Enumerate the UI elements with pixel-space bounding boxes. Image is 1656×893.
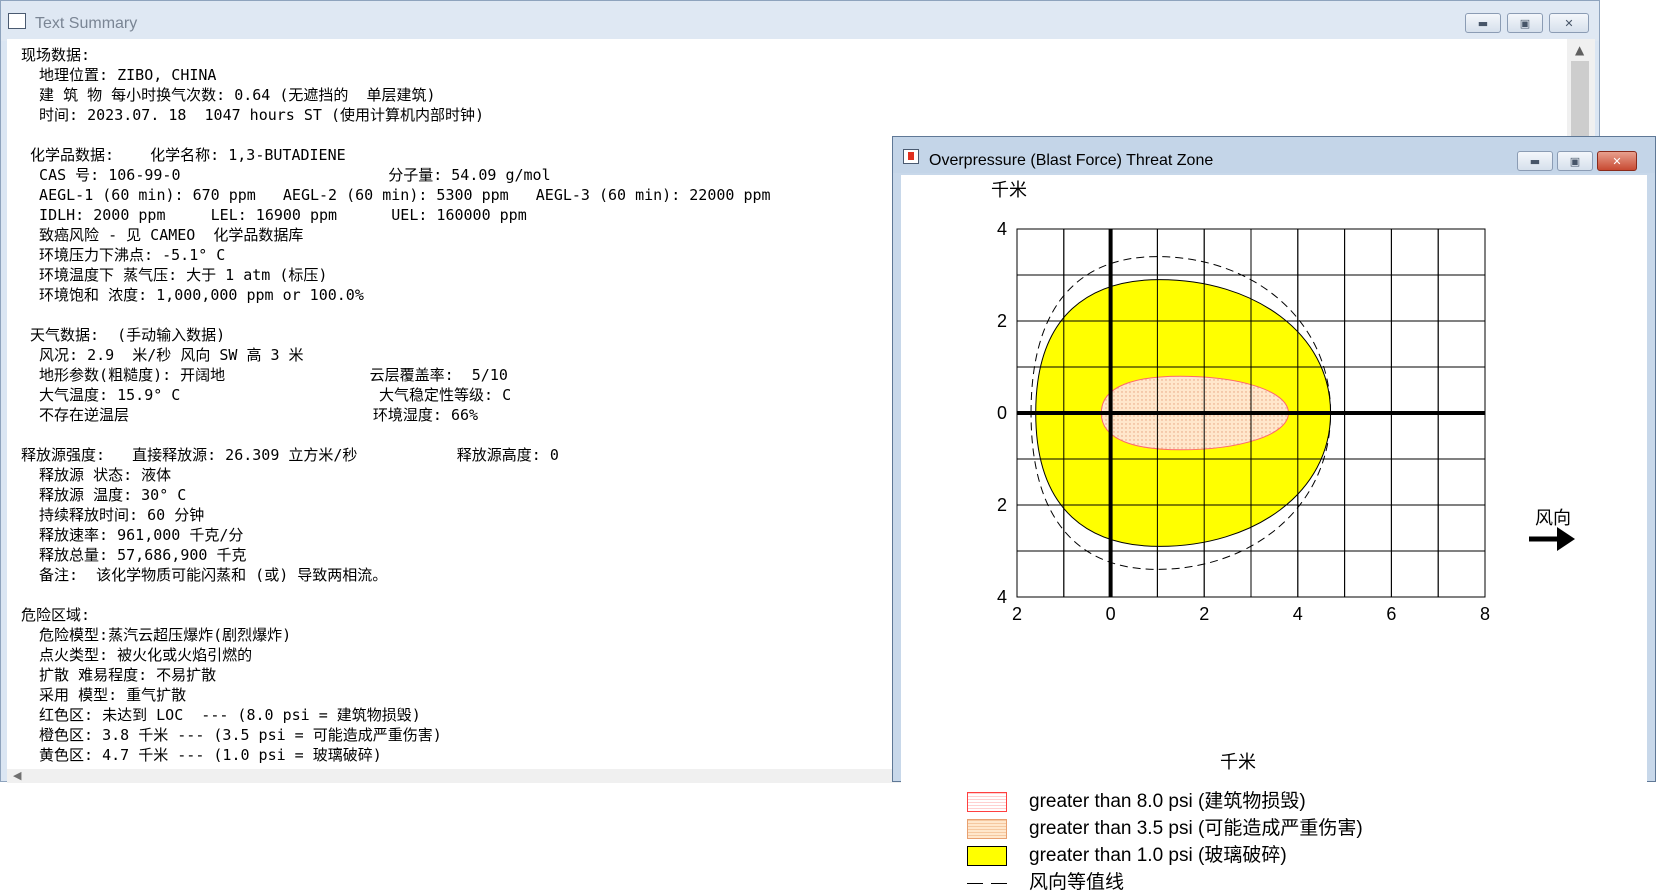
text-summary-titlebar[interactable]: Text Summary ▬ ▣ ✕ [1, 1, 1599, 41]
summary-line: 备注: 该化学物质可能闪蒸和 (或) 导致两相流。 [21, 566, 388, 584]
summary-line: 红色区: 未达到 LOC --- (8.0 psi = 建筑物损毁) [21, 706, 421, 724]
summary-line: 时间: 2023.07. 18 1047 hours ST (使用计算机内部时钟… [21, 106, 485, 124]
summary-line: 释放速率: 961,000 千克/分 [21, 526, 244, 544]
summary-line: 大气温度: 15.9° C 大气稳定性等级: C [21, 386, 512, 404]
summary-line: 地理位置: ZIBO, CHINA [21, 66, 217, 84]
summary-line: 致癌风险 - 见 CAMEO 化学品数据库 [21, 226, 304, 244]
y-tick-label: 2 [997, 495, 1008, 515]
wind-direction-label: 风向 [1535, 508, 1571, 528]
summary-line: 环境饱和 浓度: 1,000,000 ppm or 100.0% [21, 286, 364, 304]
y-tick-label: 4 [997, 587, 1008, 607]
summary-line: 持续释放时间: 60 分钟 [21, 506, 205, 524]
summary-line: 释放源 温度: 30° C [21, 486, 187, 504]
summary-line: 化学品数据: 化学名称: 1,3-BUTADIENE [21, 146, 346, 164]
minimize-icon: ▬ [1477, 16, 1489, 30]
threat-zone-titlebar[interactable]: Overpressure (Blast Force) Threat Zone ▬… [893, 137, 1655, 173]
summary-line: 危险模型:蒸汽云超压爆炸(剧烈爆炸) [21, 626, 292, 644]
summary-line: 采用 模型: 重气扩散 [21, 686, 187, 704]
y-tick-label: 2 [997, 311, 1008, 331]
x-axis-unit: 千米 [1220, 752, 1256, 772]
summary-line: 黄色区: 4.7 千米 --- (1.0 psi = 玻璃破碎) [21, 746, 382, 764]
summary-line: 环境温度下 蒸气压: 大于 1 atm (标压) [21, 266, 328, 284]
summary-line: 释放源强度: 直接释放源: 26.309 立方米/秒 释放源高度: 0 [21, 446, 559, 464]
summary-line: AEGL-1 (60 min): 670 ppm AEGL-2 (60 min)… [21, 186, 771, 204]
y-tick-label: 4 [997, 219, 1008, 239]
summary-line: 地形参数(粗糙度): 开阔地 云层覆盖率: 5/10 [21, 366, 508, 384]
minimize-button[interactable]: ▬ [1517, 151, 1553, 171]
legend-swatch-8psi [967, 792, 1007, 812]
threat-zone-plot-area: 千米 千米 风向 42024202468 greater than 8.0 ps… [901, 175, 1647, 892]
legend-swatch-3_5psi [967, 819, 1007, 839]
x-tick-label: 6 [1386, 604, 1397, 624]
summary-line: IDLH: 2000 ppm LEL: 16900 ppm UEL: 16000… [21, 206, 527, 224]
scroll-up-icon[interactable]: ▲ [1575, 43, 1584, 57]
y-axis-unit: 千米 [991, 180, 1027, 200]
threat-zone-window: Overpressure (Blast Force) Threat Zone ▬… [892, 136, 1656, 892]
scroll-left-icon[interactable]: ◀ [13, 769, 21, 782]
wind-arrow-head [1557, 527, 1575, 551]
y-tick-label: 0 [997, 403, 1008, 423]
summary-line: 现场数据: [21, 46, 91, 64]
maximize-button[interactable]: ▣ [1557, 151, 1593, 171]
x-tick-label: 4 [1292, 604, 1303, 624]
maximize-icon: ▣ [1519, 16, 1531, 30]
app-icon [903, 149, 919, 164]
x-tick-label: 0 [1105, 604, 1116, 624]
app-icon [8, 13, 26, 29]
legend-label-8psi: greater than 8.0 psi (建筑物损毁) [1029, 791, 1306, 812]
legend-swatch-wind-contour [967, 873, 1007, 893]
summary-line: 不存在逆温层 环境湿度: 66% [21, 406, 479, 424]
summary-line: 危险区域: [21, 606, 91, 624]
legend-label-1psi: greater than 1.0 psi (玻璃破碎) [1029, 845, 1287, 866]
summary-line: 建 筑 物 每小时换气次数: 0.64 (无遮挡的 单层建筑) [21, 86, 436, 104]
legend-label-wind-contour: 风向等值线 [1029, 872, 1125, 893]
summary-line: 点火类型: 被火化或火焰引燃的 [21, 646, 253, 664]
x-tick-label: 2 [1199, 604, 1210, 624]
maximize-icon: ▣ [1569, 154, 1581, 168]
summary-line: 环境压力下沸点: -5.1° C [21, 246, 226, 264]
close-button[interactable]: ✕ [1597, 151, 1637, 171]
close-button[interactable]: ✕ [1549, 13, 1589, 33]
summary-line: CAS 号: 106-99-0 分子量: 54.09 g/mol [21, 166, 551, 184]
summary-line: 扩散 难易程度: 不易扩散 [21, 666, 217, 684]
legend-label-3_5psi: greater than 3.5 psi (可能造成严重伤害) [1029, 818, 1363, 839]
close-icon: ✕ [1612, 154, 1622, 168]
legend-swatch-1psi [967, 846, 1007, 866]
minimize-button[interactable]: ▬ [1465, 13, 1501, 33]
summary-line: 风况: 2.9 米/秒 风向 SW 高 3 米 [21, 346, 304, 364]
close-icon: ✕ [1564, 16, 1574, 30]
summary-line: 释放源 状态: 液体 [21, 466, 172, 484]
summary-line: 天气数据: (手动输入数据) [21, 326, 226, 344]
summary-line: 橙色区: 3.8 千米 --- (3.5 psi = 可能造成严重伤害) [21, 726, 442, 744]
window-title: Text Summary [35, 15, 138, 32]
summary-line: 释放总量: 57,686,900 千克 [21, 546, 247, 564]
threat-zone-chart [1016, 228, 1575, 598]
x-tick-label: 2 [1012, 604, 1023, 624]
x-tick-label: 8 [1480, 604, 1491, 624]
maximize-button[interactable]: ▣ [1507, 13, 1543, 33]
window-title: Overpressure (Blast Force) Threat Zone [929, 152, 1214, 169]
minimize-icon: ▬ [1529, 154, 1541, 168]
